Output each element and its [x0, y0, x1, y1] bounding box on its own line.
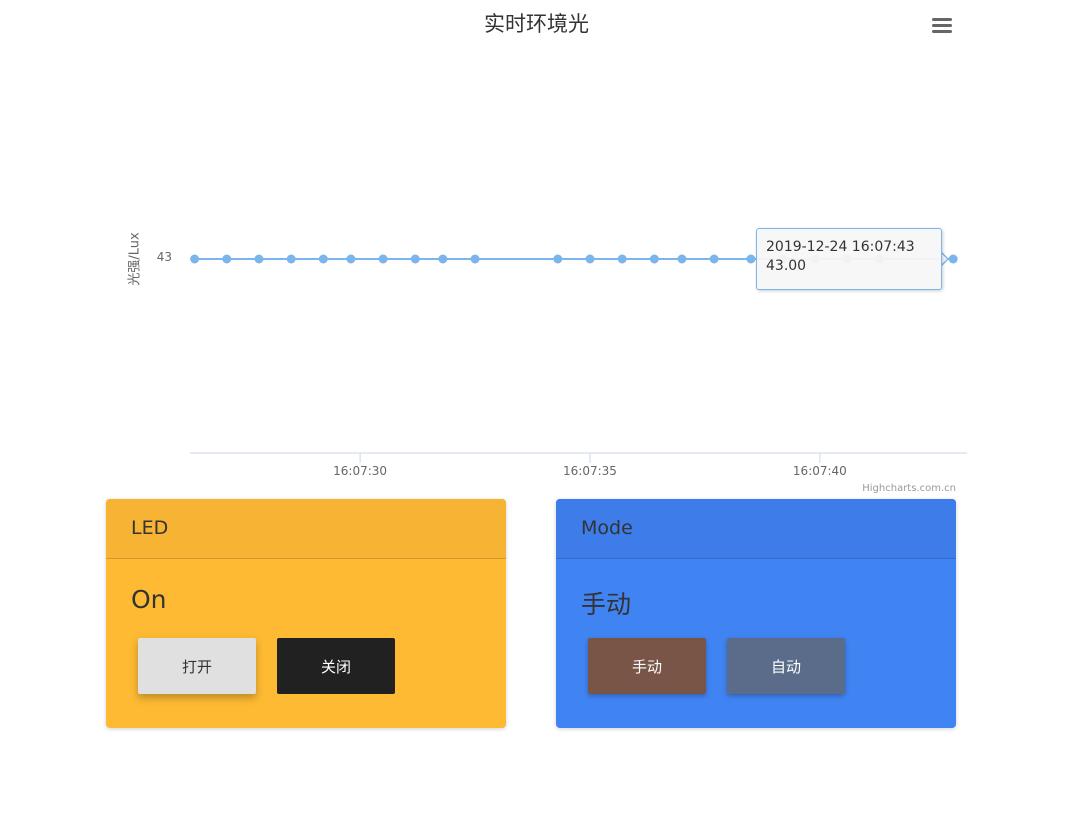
- data-point[interactable]: [438, 254, 448, 264]
- data-point[interactable]: [254, 254, 264, 264]
- mode-card: Mode 手动 手动 自动: [556, 499, 956, 728]
- led-card: LED On 打开 关闭: [106, 499, 506, 728]
- chart-credits[interactable]: Highcharts.com.cn: [800, 483, 956, 494]
- data-point[interactable]: [378, 254, 388, 264]
- y-axis-title: 光强/Lux: [127, 232, 143, 286]
- data-point[interactable]: [190, 254, 200, 264]
- led-off-button[interactable]: 关闭: [277, 638, 395, 694]
- mode-status: 手动: [581, 590, 632, 619]
- data-point[interactable]: [677, 254, 687, 264]
- tooltip-time: 2019-12-24 16:07:43: [766, 239, 915, 255]
- data-point[interactable]: [470, 254, 480, 264]
- led-on-button[interactable]: 打开: [138, 638, 256, 694]
- x-tick-label: 16:07:35: [563, 464, 617, 478]
- auto-mode-button[interactable]: 自动: [727, 638, 845, 694]
- page: 实时环境光 光强/Lux 43 16:07:30 16:07:35 16:07:…: [0, 0, 1073, 814]
- x-tick-label: 16:07:30: [333, 464, 388, 478]
- data-point[interactable]: [286, 254, 296, 264]
- data-point[interactable]: [746, 254, 756, 264]
- data-point[interactable]: [318, 254, 328, 264]
- manual-mode-button[interactable]: 手动: [588, 638, 706, 694]
- data-point[interactable]: [617, 254, 627, 264]
- mode-card-header: Mode: [556, 499, 956, 559]
- chart-tooltip: 2019-12-24 16:07:43 43.00: [756, 228, 942, 290]
- data-point[interactable]: [410, 254, 420, 264]
- data-point[interactable]: [649, 254, 659, 264]
- y-tick-label: 43: [156, 250, 172, 264]
- data-point[interactable]: [553, 254, 563, 264]
- data-point[interactable]: [585, 254, 595, 264]
- data-point[interactable]: [709, 254, 719, 264]
- tooltip-value: 43.00: [766, 258, 807, 274]
- x-tick-label: 16:07:40: [792, 464, 847, 478]
- data-point[interactable]: [222, 254, 232, 264]
- led-card-header: LED: [106, 499, 506, 559]
- data-point[interactable]: [948, 254, 958, 264]
- led-status: On: [131, 585, 167, 614]
- light-chart: 实时环境光 光强/Lux 43 16:07:30 16:07:35 16:07:…: [0, 0, 1073, 500]
- data-point[interactable]: [346, 254, 356, 264]
